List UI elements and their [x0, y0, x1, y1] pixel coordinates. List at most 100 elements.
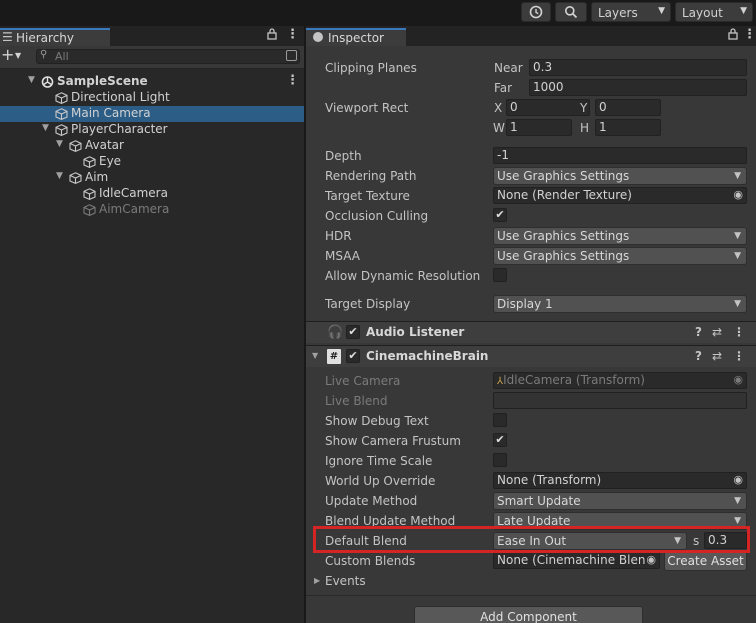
expand-arrow-icon[interactable]: ▼	[56, 139, 63, 149]
hdr-dropdown[interactable]: Use Graphics Settings ▼	[493, 227, 747, 245]
expand-arrow-icon[interactable]: ▼	[56, 171, 63, 181]
expand-arrow-icon[interactable]: ▼	[42, 123, 49, 133]
inspector-tab-bar: Inspector ⋮	[306, 26, 756, 46]
create-asset-button[interactable]: Create Asset	[664, 551, 747, 571]
hierarchy-item[interactable]: Main Camera	[0, 106, 304, 122]
panel-divider[interactable]	[304, 26, 306, 623]
allow-dynamic-resolution-checkbox[interactable]	[493, 268, 507, 282]
audio-listener-header[interactable]: 🎧 ✔ Audio Listener ? ⇄ ⋮	[306, 321, 756, 343]
hierarchy-panel: ☰ Hierarchy ⋮ + ▼ ⚲ All ▼ SampleScene ⋮ Dir…	[0, 26, 304, 623]
more-options-icon[interactable]: ⋮	[733, 349, 745, 363]
hierarchy-item[interactable]: ▼ Aim	[0, 170, 304, 186]
chevron-down-icon[interactable]: ▼	[312, 351, 318, 360]
hierarchy-item[interactable]: AimCamera	[0, 202, 304, 218]
near-field[interactable]: 0.3	[529, 59, 747, 76]
viewport-w-field[interactable]: 1	[506, 119, 572, 136]
more-options-icon[interactable]: ⋮	[286, 73, 299, 88]
layout-dropdown[interactable]: Layout ▼	[675, 2, 753, 22]
lock-icon[interactable]	[267, 28, 277, 43]
msaa-label: MSAA	[325, 249, 360, 263]
presets-icon[interactable]: ⇄	[712, 325, 722, 339]
show-debug-text-checkbox[interactable]	[493, 413, 507, 427]
msaa-dropdown[interactable]: Use Graphics Settings ▼	[493, 247, 747, 265]
hierarchy-item-label: Eye	[99, 154, 122, 168]
hierarchy-item-label: SampleScene	[57, 74, 148, 88]
hierarchy-item-label: PlayerCharacter	[71, 122, 168, 136]
add-component-button[interactable]: Add Component	[414, 606, 643, 623]
far-label: Far	[494, 81, 513, 95]
world-up-override-value: None (Transform)	[497, 473, 602, 487]
chevron-down-icon[interactable]: ▼	[15, 51, 21, 60]
cinemachine-brain-enable-checkbox[interactable]: ✔	[346, 349, 360, 363]
script-icon: #	[327, 349, 341, 364]
hierarchy-item[interactable]: ▼ SampleScene ⋮	[0, 73, 304, 90]
help-icon[interactable]: ?	[695, 349, 702, 363]
search-icon	[565, 6, 578, 19]
viewport-h-field[interactable]: 1	[595, 119, 661, 136]
object-picker-icon[interactable]: ◉	[733, 473, 743, 487]
search-input[interactable]: ⚲ All	[36, 49, 300, 64]
depth-field[interactable]: -1	[493, 147, 747, 164]
live-blend-label: Live Blend	[325, 394, 388, 408]
audio-listener-enable-checkbox[interactable]: ✔	[346, 325, 360, 339]
viewport-y-field[interactable]: 0	[595, 99, 661, 116]
inspector-panel: Inspector ⋮ Clipping Planes Near 0.3 Far…	[306, 26, 756, 623]
hierarchy-item[interactable]: IdleCamera	[0, 186, 304, 202]
add-icon[interactable]: +	[1, 45, 14, 64]
search-placeholder: All	[55, 50, 69, 63]
presets-icon[interactable]: ⇄	[712, 349, 722, 363]
more-options-icon[interactable]: ⋮	[286, 27, 299, 42]
custom-blends-field[interactable]: None (Cinemachine Blenc ◉	[493, 552, 660, 569]
msaa-value: Use Graphics Settings	[497, 249, 630, 263]
layers-dropdown[interactable]: Layers ▼	[591, 2, 671, 22]
target-display-dropdown[interactable]: Display 1 ▼	[493, 295, 747, 313]
viewport-w-label: W	[493, 121, 505, 135]
gameobject-cube-icon	[69, 140, 82, 153]
rendering-path-dropdown[interactable]: Use Graphics Settings ▼	[493, 167, 747, 185]
live-camera-field: ⅄IdleCamera (Transform) ◉	[493, 372, 747, 389]
chevron-right-icon[interactable]: ▶	[314, 576, 320, 585]
gameobject-cube-icon	[83, 204, 96, 217]
live-camera-value: IdleCamera (Transform)	[503, 373, 645, 387]
far-field[interactable]: 1000	[529, 79, 747, 96]
rendering-path-value: Use Graphics Settings	[497, 169, 630, 183]
expand-arrow-icon[interactable]: ▼	[28, 75, 35, 85]
custom-blends-value: None (Cinemachine Blenc	[497, 553, 653, 567]
occlusion-culling-checkbox[interactable]: ✔	[493, 208, 507, 222]
update-method-dropdown[interactable]: Smart Update ▼	[493, 492, 747, 510]
object-picker-icon[interactable]: ◉	[733, 188, 743, 202]
hierarchy-item[interactable]: Directional Light	[0, 90, 304, 106]
unity-scene-icon	[41, 76, 54, 88]
hierarchy-item-label: Main Camera	[71, 106, 151, 120]
more-options-icon[interactable]: ⋮	[743, 27, 756, 42]
inspector-scroll: Clipping Planes Near 0.3 Far 1000 Viewpo…	[306, 46, 756, 623]
live-blend-field	[493, 392, 747, 409]
viewport-x-field[interactable]: 0	[506, 99, 590, 116]
tab-hierarchy[interactable]: ☰ Hierarchy	[0, 28, 110, 46]
target-texture-field[interactable]: None (Render Texture) ◉	[493, 187, 747, 204]
headphones-icon: 🎧	[327, 325, 344, 340]
chevron-down-icon: ▼	[658, 6, 665, 16]
search-button[interactable]	[555, 2, 587, 22]
hierarchy-item[interactable]: ▼ PlayerCharacter	[0, 122, 304, 138]
world-up-override-field[interactable]: None (Transform) ◉	[493, 472, 747, 489]
checkmark-icon: ✔	[495, 208, 505, 221]
gameobject-cube-icon	[83, 188, 96, 201]
events-foldout[interactable]: Events	[325, 574, 366, 588]
hierarchy-item[interactable]: ▼ Avatar	[0, 138, 304, 154]
show-camera-frustum-checkbox[interactable]: ✔	[493, 433, 507, 447]
help-icon[interactable]: ?	[695, 325, 702, 339]
history-button[interactable]	[521, 2, 551, 22]
hierarchy-item[interactable]: Eye	[0, 154, 304, 170]
tab-inspector[interactable]: Inspector	[306, 28, 406, 46]
show-camera-frustum-label: Show Camera Frustum	[325, 434, 461, 448]
divider	[306, 595, 756, 596]
ignore-time-scale-checkbox[interactable]	[493, 453, 507, 467]
cinemachine-brain-title: CinemachineBrain	[366, 349, 489, 363]
object-picker-icon[interactable]: ◉	[646, 553, 656, 567]
search-filter-icon[interactable]	[286, 50, 297, 61]
cinemachine-brain-header[interactable]: ▼ # ✔ CinemachineBrain ? ⇄ ⋮	[306, 345, 756, 367]
lock-icon[interactable]	[728, 28, 738, 43]
show-debug-text-label: Show Debug Text	[325, 414, 429, 428]
more-options-icon[interactable]: ⋮	[733, 325, 745, 339]
